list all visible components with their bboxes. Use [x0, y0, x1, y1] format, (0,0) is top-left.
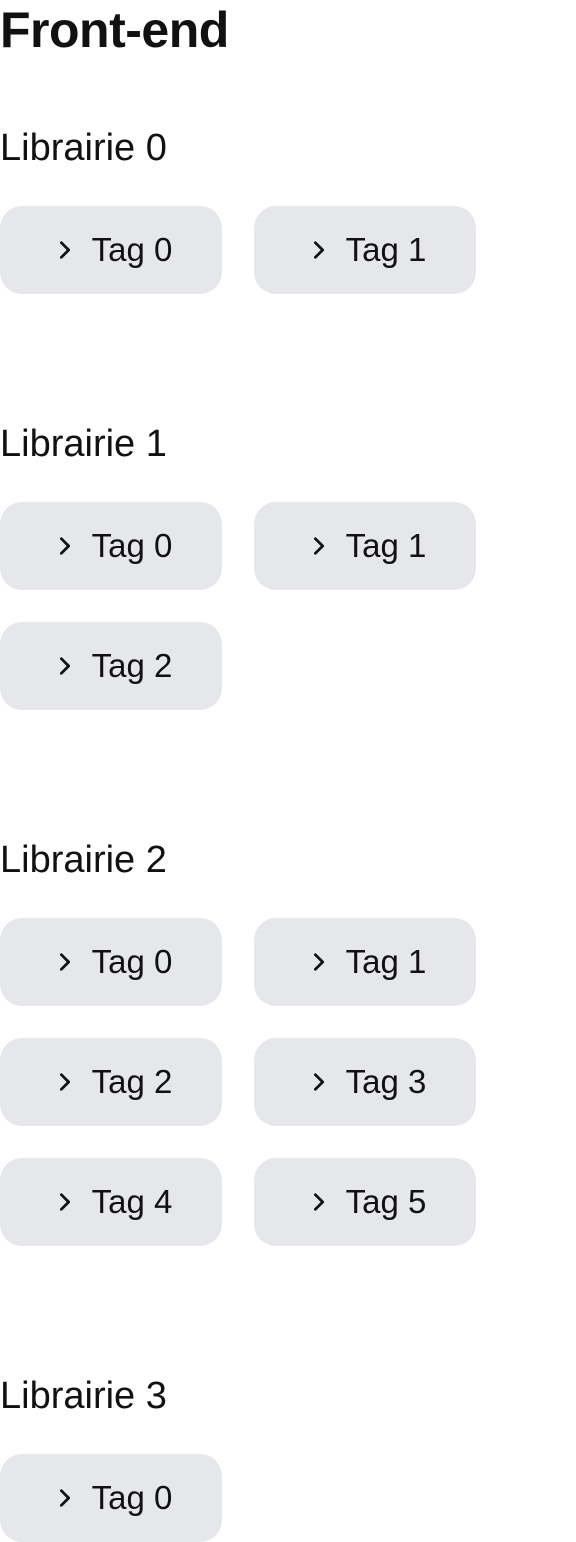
tag-label: Tag 2 — [91, 1063, 173, 1100]
chevron-right-icon — [50, 235, 80, 265]
chevron-right-icon — [50, 531, 80, 561]
chevron-right-icon — [304, 531, 334, 561]
library-section-0: Librairie 0 Tag 0 Tag 1 — [0, 124, 576, 294]
tag-list: Tag 0 — [0, 1454, 500, 1542]
tag-button[interactable]: Tag 0 — [0, 1454, 222, 1542]
tag-button[interactable]: Tag 2 — [0, 1038, 222, 1126]
tag-label: Tag 4 — [91, 1183, 173, 1220]
tag-label: Tag 0 — [91, 527, 173, 564]
library-section-3: Librairie 3 Tag 0 — [0, 1372, 576, 1542]
library-section-1: Librairie 1 Tag 0 Tag 1 Tag 2 — [0, 420, 576, 710]
tag-list: Tag 0 Tag 1 Tag 2 — [0, 502, 500, 710]
tag-list: Tag 0 Tag 1 Tag 2 Tag 3 Tag 4 Tag 5 — [0, 918, 500, 1246]
tag-button[interactable]: Tag 1 — [254, 206, 476, 294]
library-title: Librairie 2 — [0, 839, 167, 881]
tag-button[interactable]: Tag 1 — [254, 918, 476, 1006]
tag-label: Tag 0 — [91, 1479, 173, 1516]
tag-label: Tag 5 — [345, 1183, 427, 1220]
chevron-right-icon — [50, 1187, 80, 1217]
library-section-2: Librairie 2 Tag 0 Tag 1 Tag 2 Tag 3 Tag … — [0, 836, 576, 1246]
tag-button[interactable]: Tag 1 — [254, 502, 476, 590]
tag-button[interactable]: Tag 0 — [0, 206, 222, 294]
chevron-right-icon — [304, 235, 334, 265]
library-title: Librairie 1 — [0, 423, 167, 465]
tag-label: Tag 1 — [345, 943, 427, 980]
chevron-right-icon — [50, 1483, 80, 1513]
tag-button[interactable]: Tag 0 — [0, 918, 222, 1006]
tag-button[interactable]: Tag 4 — [0, 1158, 222, 1246]
library-title: Librairie 0 — [0, 127, 167, 169]
tag-button[interactable]: Tag 2 — [0, 622, 222, 710]
tag-list: Tag 0 Tag 1 — [0, 206, 500, 294]
tag-label: Tag 1 — [345, 231, 427, 268]
tag-label: Tag 0 — [91, 943, 173, 980]
chevron-right-icon — [50, 1067, 80, 1097]
tag-button[interactable]: Tag 5 — [254, 1158, 476, 1246]
chevron-right-icon — [50, 651, 80, 681]
tag-button[interactable]: Tag 3 — [254, 1038, 476, 1126]
library-title: Librairie 3 — [0, 1375, 167, 1417]
tag-button[interactable]: Tag 0 — [0, 502, 222, 590]
chevron-right-icon — [50, 947, 80, 977]
tag-label: Tag 2 — [91, 647, 173, 684]
chevron-right-icon — [304, 947, 334, 977]
chevron-right-icon — [304, 1187, 334, 1217]
chevron-right-icon — [304, 1067, 334, 1097]
tag-label: Tag 0 — [91, 231, 173, 268]
page-title: Front-end — [0, 2, 229, 58]
tag-label: Tag 3 — [345, 1063, 427, 1100]
tag-label: Tag 1 — [345, 527, 427, 564]
